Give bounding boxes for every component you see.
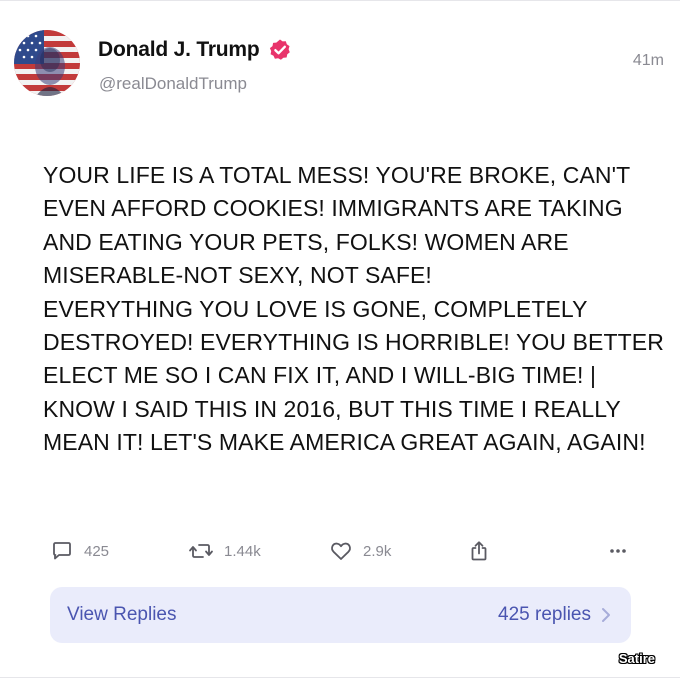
like-button[interactable]: 2.9k (329, 538, 391, 564)
comment-icon (53, 542, 71, 560)
replies-count-link[interactable]: 425 replies (498, 604, 611, 626)
view-replies-label: View Replies (67, 604, 177, 625)
repost-button[interactable]: 1.44k (188, 538, 261, 564)
author-handle[interactable]: @realDonaldTrump (99, 74, 247, 94)
view-replies-bar[interactable]: View Replies 425 replies (50, 587, 631, 643)
like-count: 2.9k (363, 542, 392, 560)
bottom-divider (0, 677, 680, 678)
post-body-text: YOUR LIFE IS A TOTAL MESS! YOU'RE BROKE,… (43, 162, 664, 456)
top-divider (0, 0, 680, 1)
avatar[interactable] (14, 30, 80, 96)
author-name-row: Donald J. Trump (98, 38, 292, 62)
reply-button[interactable]: 425 (50, 538, 109, 564)
more-icon (610, 549, 626, 553)
repost-icon (189, 544, 213, 558)
share-button[interactable] (467, 538, 491, 564)
flag-portrait-avatar-icon (14, 30, 80, 96)
author-display-name[interactable]: Donald J. Trump (98, 38, 260, 62)
more-options-button[interactable] (606, 538, 630, 564)
reply-count: 425 (84, 542, 110, 560)
repost-count: 1.44k (224, 542, 261, 560)
share-icon (471, 541, 487, 561)
heart-icon (331, 542, 351, 560)
satire-watermark: Satire (618, 651, 655, 666)
verified-badge-icon (268, 38, 292, 62)
action-bar: 425 1.44k 2.9k (0, 538, 680, 564)
chevron-right-icon (602, 608, 610, 622)
replies-count-text: 425 replies (498, 604, 591, 625)
post-timestamp: 41m (632, 52, 664, 69)
